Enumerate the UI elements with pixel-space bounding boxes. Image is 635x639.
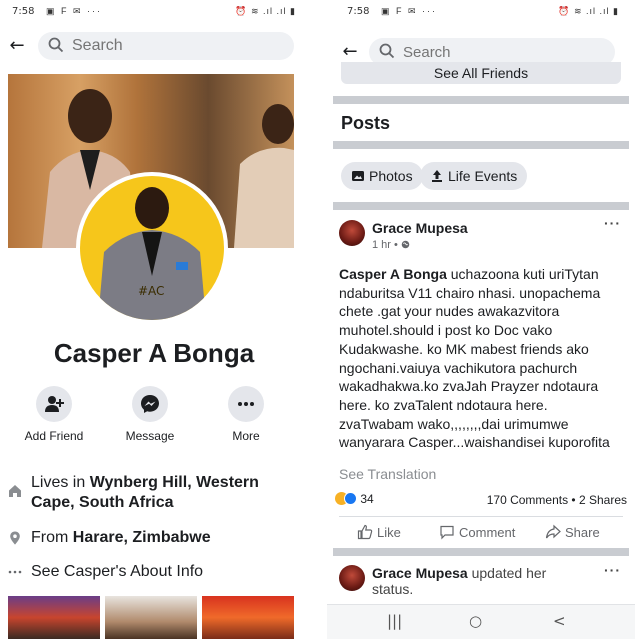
globe-icon bbox=[401, 240, 410, 249]
section-separator bbox=[333, 548, 629, 556]
lives-in-row: Lives in Wynberg Hill, Western Cape, Sou… bbox=[8, 473, 298, 513]
back-arrow-icon[interactable]: ← bbox=[339, 41, 361, 63]
notification-icons: ▣ F ✉ ··· bbox=[381, 6, 438, 16]
posts-heading: Posts bbox=[341, 113, 391, 133]
photos-label: Photos bbox=[369, 168, 413, 184]
reaction-count: 34 bbox=[360, 492, 374, 506]
post-text: Casper A Bonga uchazoona kuti uriTytan n… bbox=[339, 265, 625, 452]
nav-back-button[interactable]: < bbox=[553, 612, 566, 630]
profile-screen: 7:58 ▣ F ✉ ··· ⏰ ≋ .ıl .ıl ▮ ← Search #A… bbox=[0, 0, 308, 639]
ellipsis-icon bbox=[8, 570, 22, 574]
more-icon bbox=[238, 402, 254, 406]
more-label: More bbox=[232, 429, 260, 443]
thumbs-up-icon bbox=[357, 524, 373, 540]
reaction-summary[interactable]: 34 bbox=[335, 492, 374, 508]
about-info-row[interactable]: See Casper's About Info bbox=[8, 562, 298, 582]
avatar-tag: #AC bbox=[138, 284, 165, 298]
system-icons: ⏰ ≋ .ıl .ıl ▮ bbox=[235, 6, 296, 16]
post2-action-line2: status. bbox=[372, 581, 414, 597]
like-button[interactable]: Like bbox=[357, 524, 401, 542]
section-separator bbox=[333, 141, 629, 149]
system-icons: ⏰ ≋ .ıl .ıl ▮ bbox=[558, 6, 619, 16]
status-time: 7:58 bbox=[12, 6, 35, 17]
see-all-friends-button[interactable]: See All Friends bbox=[341, 62, 621, 84]
post2-author-line: Grace Mupesa updated her bbox=[372, 565, 546, 581]
lives-prefix: Lives in bbox=[31, 474, 90, 491]
comment-label: Comment bbox=[459, 525, 516, 540]
life-events-chip[interactable]: Life Events bbox=[420, 162, 528, 190]
action-divider bbox=[339, 516, 623, 517]
share-button[interactable]: Share bbox=[545, 524, 600, 542]
location-pin-icon bbox=[10, 531, 20, 545]
home-icon bbox=[9, 485, 21, 497]
back-arrow-icon[interactable]: ← bbox=[6, 35, 28, 57]
share-icon bbox=[545, 524, 561, 539]
posts-screen: 7:58 ▣ F ✉ ··· ⏰ ≋ .ıl .ıl ▮ ← See All F… bbox=[327, 0, 635, 639]
notification-icons: ▣ F ✉ ··· bbox=[46, 6, 103, 16]
photo-thumbnail[interactable] bbox=[105, 596, 197, 639]
photos-icon bbox=[352, 171, 364, 181]
android-navbar: ||| ○ < bbox=[327, 604, 635, 639]
recent-apps-button[interactable]: ||| bbox=[387, 612, 402, 630]
profile-picture[interactable]: #AC bbox=[76, 172, 228, 324]
post-timestamp: 1 hr • bbox=[372, 239, 410, 251]
more-button[interactable]: More bbox=[206, 386, 286, 443]
profile-name: Casper A Bonga bbox=[53, 338, 255, 368]
home-button[interactable]: ○ bbox=[469, 612, 482, 630]
search-icon bbox=[48, 37, 64, 53]
post2-action: updated her bbox=[467, 565, 547, 581]
add-friend-icon bbox=[45, 396, 64, 412]
photo-thumbnails bbox=[8, 596, 294, 639]
cover-person-image-2 bbox=[234, 104, 294, 248]
post-mention[interactable]: Casper A Bonga bbox=[339, 266, 447, 282]
photos-chip[interactable]: Photos bbox=[341, 162, 423, 190]
message-label: Message bbox=[125, 429, 175, 443]
comment-icon bbox=[440, 525, 454, 540]
comment-button[interactable]: Comment bbox=[439, 524, 515, 542]
search-input[interactable] bbox=[72, 32, 252, 60]
search-bar[interactable] bbox=[38, 32, 294, 60]
photo-thumbnail[interactable] bbox=[202, 596, 294, 639]
comment-share-counts[interactable]: 170 Comments • 2 Shares bbox=[487, 493, 627, 507]
see-translation-link[interactable]: See Translation bbox=[339, 466, 436, 482]
status-bar: 7:58 ▣ F ✉ ··· ⏰ ≋ .ıl .ıl ▮ bbox=[0, 0, 308, 24]
from-place[interactable]: Harare, Zimbabwe bbox=[73, 529, 211, 546]
from-row: From Harare, Zimbabwe bbox=[8, 528, 298, 548]
search-icon bbox=[379, 43, 395, 59]
life-event-icon bbox=[432, 170, 442, 182]
post2-author-name[interactable]: Grace Mupesa bbox=[372, 565, 468, 581]
post2-options-button[interactable]: ··· bbox=[604, 562, 621, 578]
status-bar: 7:58 ▣ F ✉ ··· ⏰ ≋ .ıl .ıl ▮ bbox=[327, 0, 635, 24]
like-label: Like bbox=[377, 525, 401, 540]
post-author-name[interactable]: Grace Mupesa bbox=[372, 220, 468, 236]
about-info-link[interactable]: See Casper's About Info bbox=[31, 562, 298, 582]
add-friend-button[interactable]: Add Friend bbox=[14, 386, 94, 443]
post-author-avatar[interactable] bbox=[339, 565, 365, 591]
photo-thumbnail[interactable] bbox=[8, 596, 100, 639]
messenger-icon bbox=[141, 395, 159, 413]
share-label: Share bbox=[565, 525, 600, 540]
add-friend-label: Add Friend bbox=[24, 429, 84, 443]
post-body: uchazoona kuti uriTytan ndaburitsa V11 c… bbox=[339, 266, 610, 451]
post-options-button[interactable]: ··· bbox=[604, 215, 621, 231]
status-time: 7:58 bbox=[347, 6, 370, 17]
post-time-text: 1 hr • bbox=[372, 239, 398, 251]
screenshot-gap bbox=[308, 0, 327, 639]
avatar-person-image bbox=[98, 187, 206, 320]
message-button[interactable]: Message bbox=[110, 386, 190, 443]
top-bar: ← bbox=[0, 27, 308, 69]
life-events-label: Life Events bbox=[448, 168, 518, 184]
section-separator bbox=[333, 202, 629, 210]
like-reaction-icon bbox=[344, 492, 357, 505]
section-separator bbox=[333, 96, 629, 104]
post-author-avatar[interactable] bbox=[339, 220, 365, 246]
from-prefix: From bbox=[31, 529, 73, 546]
